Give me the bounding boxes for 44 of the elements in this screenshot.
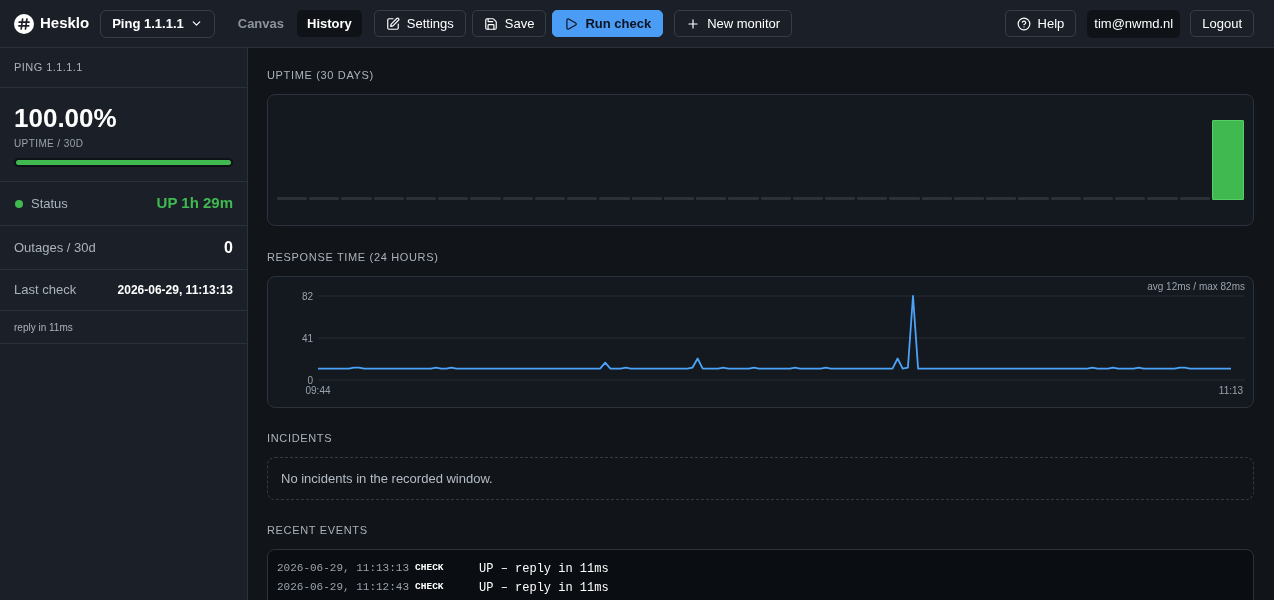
tab[interactable]: History [297, 10, 362, 37]
last-check-note: reply in 11ms [14, 320, 73, 335]
logo-icon [14, 13, 34, 34]
section-heading: RESPONSE TIME (24 HOURS) [267, 250, 439, 265]
new-monitor-button[interactable]: New monitor [674, 10, 793, 37]
monitor-select[interactable]: Ping 1.1.1.1 [100, 9, 215, 38]
settings-button[interactable]: Settings [373, 10, 466, 37]
help-icon [1016, 16, 1031, 31]
monitor-title: PING 1.1.1.1 [14, 60, 83, 76]
status-label: Status [31, 194, 68, 213]
event-message: UP – reply in 11ms [479, 579, 609, 597]
y-axis-label: 41 [301, 332, 313, 344]
incidents-empty-text: No incidents in the recorded window. [281, 469, 493, 488]
y-axis-label: 82 [301, 290, 313, 302]
section-heading: UPTIME (30 DAYS) [267, 68, 374, 83]
logout-button[interactable]: Logout [1190, 10, 1254, 37]
account-button[interactable]: tim@nwmd.nl [1087, 9, 1181, 38]
tab[interactable]: Canvas [227, 10, 294, 37]
save-button[interactable]: Save [471, 10, 547, 37]
x-axis-label: 09:44 [305, 385, 331, 396]
uptime-percentage: 100.00% [14, 102, 117, 134]
edit-icon [385, 16, 400, 31]
x-axis-label: 11:13 [1218, 385, 1244, 396]
stat-value: 2026-06-29, 11:13:13 [117, 282, 233, 299]
chart-summary: avg 12ms / max 82ms [1147, 281, 1245, 292]
y-axis-label: 0 [307, 374, 313, 386]
section-heading: INCIDENTS [267, 431, 333, 446]
run-check-button[interactable]: Run check [552, 10, 664, 37]
stat-label: Last check [14, 281, 77, 300]
event-type: CHECK [415, 580, 445, 595]
uptime-caption: UPTIME / 30D [14, 137, 84, 151]
section-heading: RECENT EVENTS [267, 523, 368, 538]
status-value: UP 1h 29m [156, 193, 233, 214]
play-icon [564, 16, 579, 31]
event-message: UP – reply in 11ms [479, 560, 609, 578]
event-time: 2026-06-29, 11:13:13 [277, 561, 410, 577]
stat-value: 0 [224, 237, 233, 258]
help-button[interactable]: Help [1004, 10, 1077, 37]
stat-label: Outages / 30d [14, 238, 96, 257]
event-time: 2026-06-29, 11:12:43 [277, 580, 410, 596]
app-name: Hesklo [40, 13, 90, 34]
save-icon [483, 16, 498, 31]
event-type: CHECK [415, 561, 445, 576]
plus-icon [686, 16, 701, 31]
